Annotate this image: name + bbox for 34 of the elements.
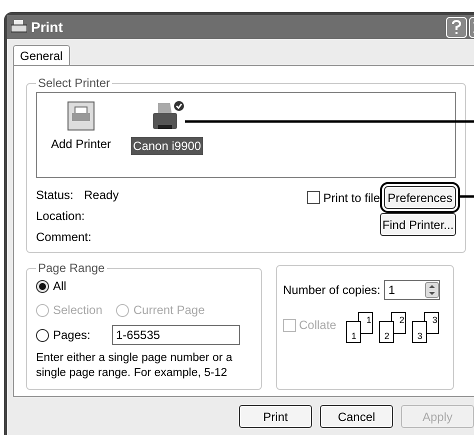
- printer-name[interactable]: Canon i9900: [131, 137, 204, 155]
- leader-line: [460, 195, 474, 198]
- copies-spinner[interactable]: 1: [384, 280, 440, 300]
- hint-text: Enter either a single page number or a single page range. For example, 5-12: [36, 351, 234, 381]
- page-sheet: 3: [412, 321, 428, 343]
- help-icon[interactable]: [446, 16, 467, 38]
- copies-label: Number of copies:: [283, 282, 380, 299]
- radio-label: Current Page: [133, 302, 205, 319]
- radio-button[interactable]: [36, 280, 49, 292]
- radio-label: Pages:: [53, 327, 90, 344]
- page-sheet: 2: [379, 321, 394, 343]
- group-title: Page Range: [37, 260, 106, 277]
- status-value: Ready: [84, 187, 119, 204]
- checkbox-label: Collate: [299, 317, 336, 334]
- page-sheet: 1: [346, 321, 362, 343]
- tab[interactable]: General: [13, 45, 70, 65]
- printer-icon: [11, 20, 27, 34]
- checkbox[interactable]: [307, 191, 320, 204]
- add-printer-icon: [67, 101, 96, 131]
- status-label: Status:: [36, 187, 74, 204]
- checkbox-label: Print to file: [323, 190, 380, 206]
- radio-label: All: [53, 278, 66, 295]
- location-label: Location:: [36, 208, 86, 225]
- window-title: Print: [31, 18, 63, 36]
- find-printer-button[interactable]: Find Printer...: [380, 213, 456, 236]
- group-title: Select Printer: [37, 75, 112, 92]
- radio-label: Selection: [53, 302, 102, 319]
- dialog-button[interactable]: Print: [239, 405, 312, 428]
- dialog-button[interactable]: Cancel: [320, 405, 393, 428]
- spinner-arrows-icon[interactable]: [425, 282, 440, 298]
- radio-button[interactable]: [36, 328, 49, 342]
- pages-field[interactable]: 1-65535: [112, 325, 240, 345]
- comment-label: Comment:: [36, 229, 92, 246]
- printer-name[interactable]: Add Printer: [49, 135, 114, 153]
